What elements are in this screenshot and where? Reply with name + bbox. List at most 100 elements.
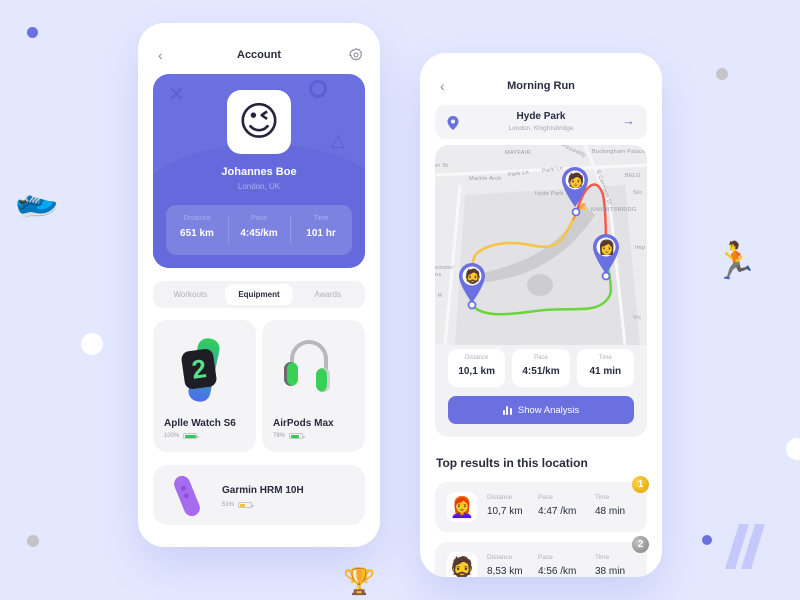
trophy-icon: 🏆 — [343, 566, 376, 596]
map-label: er St — [435, 163, 449, 169]
map-label: BELG — [625, 173, 641, 179]
result-time: Time 38 min — [595, 554, 625, 577]
runner-avatar-icon: 👩 — [598, 239, 616, 255]
result-distance: Distance 10,7 km — [487, 494, 523, 517]
stat-value: 651 km — [180, 228, 214, 239]
tab-awards[interactable]: Awards — [293, 284, 362, 305]
result-distance: Distance 8,53 km — [487, 554, 523, 577]
stat-pace: Pace 4:45/km — [228, 205, 290, 255]
result-value: 8,53 km — [487, 566, 523, 577]
back-button[interactable]: ‹ — [158, 47, 163, 63]
avatar: 🧔 — [447, 552, 477, 577]
map-label: MAYFAIR — [505, 150, 531, 156]
stat-distance: Distance 10,1 km — [448, 349, 506, 387]
show-analysis-button[interactable]: Show Analysis — [448, 396, 634, 424]
result-label: Time — [595, 554, 610, 561]
runner-pin[interactable]: 🧑 — [562, 167, 588, 207]
location-card[interactable]: Hyde Park London, Khightsbridge → — [435, 105, 647, 139]
stat-label: Pace — [534, 355, 548, 361]
result-label: Distance — [487, 554, 513, 561]
map-label: Vic — [633, 315, 642, 321]
result-time: Time 48 min — [595, 494, 625, 517]
map-label: Buckingham Palace — [592, 149, 646, 155]
runner-pin[interactable]: 👩 — [593, 234, 619, 274]
battery-label: 51% — [222, 502, 235, 508]
decor-slashes — [725, 524, 765, 569]
headphones-icon — [284, 340, 334, 394]
result-label: Pace — [538, 494, 553, 501]
stat-value: 10,1 km — [458, 366, 496, 377]
decor-circle-icon — [309, 80, 327, 98]
map-label: Imp — [635, 245, 646, 251]
stat-value: 101 hr — [306, 228, 336, 239]
stat-label: Pace — [251, 215, 267, 222]
arrow-right-icon[interactable]: → — [622, 113, 635, 128]
result-label: Pace — [538, 554, 553, 561]
battery-label: 100% — [164, 433, 180, 439]
result-label: Time — [595, 494, 610, 501]
account-tabs: Workouts Equipment Awards — [153, 281, 365, 308]
tab-workouts[interactable]: Workouts — [156, 284, 225, 305]
result-value: 48 min — [595, 506, 626, 517]
battery-label: 78% — [273, 433, 286, 439]
profile-card: ✕ △ 😉 Johannes Boe London, UK Distance 6… — [153, 74, 365, 268]
battery-icon — [183, 433, 199, 439]
account-screen: ‹ Account ✕ △ 😉 Johannes Boe London, UK … — [138, 23, 380, 547]
runner-icon: 🏃 — [713, 240, 758, 281]
run-stats: Distance 10,1 km Pace 4:51/km Time 41 mi… — [448, 349, 634, 387]
result-row[interactable]: 👩‍🦰 Distance 10,7 km Pace 4:47 /km Time … — [435, 482, 647, 532]
account-topbar: ‹ Account — [138, 43, 380, 67]
stat-pace: Pace 4:51/km — [512, 349, 570, 387]
stat-distance: Distance 651 km — [166, 205, 228, 255]
back-button[interactable]: ‹ — [440, 78, 445, 94]
decor-dot-white — [786, 438, 800, 460]
map-label: einster — [435, 265, 454, 271]
result-value: 4:56 /km — [538, 566, 577, 577]
avatar-memoji-icon: 🧔 — [449, 556, 475, 578]
run-topbar: ‹ Morning Run — [420, 74, 662, 98]
result-row[interactable]: 🧔 Distance 8,53 km Pace 4:56 /km Time 38… — [435, 542, 647, 577]
map-label: ns — [435, 272, 442, 278]
result-pace: Pace 4:56 /km — [538, 554, 576, 577]
bar-chart-icon — [502, 405, 512, 415]
route-map[interactable]: MAYFAIR Piccadilly Buckingham Palace er … — [435, 145, 647, 345]
stat-time: Time 41 min — [576, 349, 634, 387]
page-title: Morning Run — [507, 80, 575, 92]
result-value: 4:47 /km — [538, 506, 577, 517]
decor-triangle-icon: △ — [331, 130, 345, 150]
sneaker-icon: 👟 — [8, 174, 62, 226]
pond — [527, 274, 553, 296]
avatar-memoji-icon: 👩‍🦰 — [449, 496, 475, 519]
avatar-memoji-icon: 😉 — [238, 100, 280, 144]
gear-icon[interactable] — [348, 47, 364, 63]
results-title: Top results in this location — [436, 456, 588, 470]
equipment-name: AirPods Max — [273, 418, 334, 429]
show-analysis-label: Show Analysis — [517, 404, 580, 416]
decor-dot-blue — [702, 535, 712, 545]
result-value: 10,7 km — [487, 506, 523, 517]
heart-rate-strap-icon — [171, 473, 203, 519]
location-name: Hyde Park — [516, 111, 566, 122]
stat-label: Distance — [464, 355, 489, 361]
map-label: R — [438, 293, 443, 299]
stat-time: Time 101 hr — [290, 205, 352, 255]
stat-value: 4:45/km — [240, 228, 278, 239]
battery-status: 51% — [222, 502, 254, 508]
stat-value: 4:51/km — [522, 366, 560, 377]
equipment-card-airpods[interactable]: AirPods Max 78% — [262, 320, 365, 452]
runner-avatar-icon: 🧔 — [464, 268, 482, 284]
equipment-card-garmin[interactable]: Garmin HRM 10H 51% — [153, 465, 365, 525]
battery-status: 78% — [273, 433, 305, 439]
watch-icon: 2 — [180, 336, 222, 404]
rank-badge-silver: 2 — [632, 536, 649, 553]
equipment-card-watch[interactable]: 2 Aplle Watch S6 100% — [153, 320, 256, 452]
profile-name: Johannes Boe — [221, 166, 297, 178]
map-label: Hyde Park — [535, 191, 564, 197]
equipment-name: Garmin HRM 10H — [222, 485, 304, 496]
stat-value: 41 min — [589, 366, 622, 377]
run-screen: ‹ Morning Run Hyde Park London, Khightsb… — [420, 53, 662, 577]
battery-status: 100% — [164, 433, 199, 439]
runner-pin[interactable]: 🧔 — [459, 263, 485, 303]
result-label: Distance — [487, 494, 513, 501]
tab-equipment[interactable]: Equipment — [224, 284, 294, 305]
